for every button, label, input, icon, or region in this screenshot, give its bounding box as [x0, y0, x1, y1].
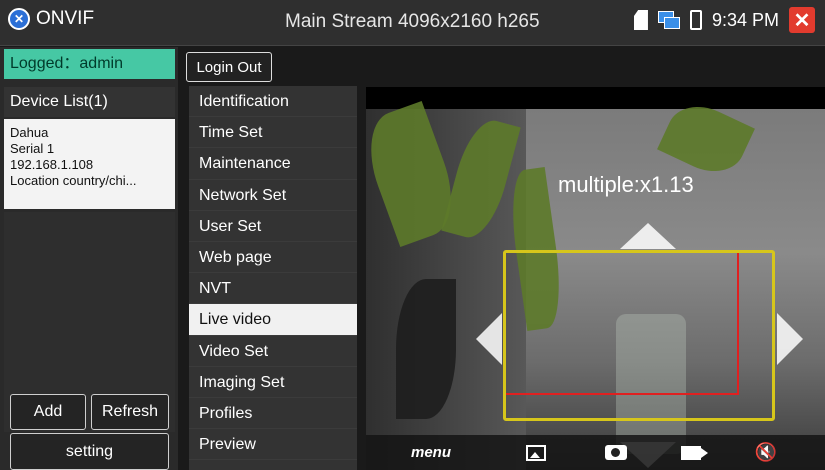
video-toolbar: menu 🔇 — [366, 435, 825, 470]
app-name: ONVIF — [36, 8, 95, 29]
menu-item-time-set[interactable]: Time Set — [189, 117, 357, 149]
onvif-logo-icon: ✕ — [8, 8, 30, 30]
app-title: ✕ ONVIF — [8, 8, 94, 30]
clock: 9:34 PM — [711, 9, 779, 30]
menu-item-profiles[interactable]: Profiles — [189, 398, 357, 430]
device-name: Dahua — [10, 125, 49, 140]
device-serial: Serial 1 — [10, 141, 55, 156]
pan-right-icon[interactable] — [777, 313, 803, 365]
menu-item-imaging-set[interactable]: Imaging Set — [189, 367, 357, 398]
menu-item-network-set[interactable]: Network Set — [189, 180, 357, 211]
menu-button[interactable]: menu — [406, 435, 456, 470]
mute-button[interactable]: 🔇 — [751, 435, 781, 470]
device-ip: 192.168.1.108 — [10, 157, 94, 172]
refresh-button[interactable]: Refresh — [91, 394, 169, 430]
video-letterbox — [366, 87, 825, 109]
device-location: Location country/chi... — [10, 173, 137, 188]
menu-item-user-set[interactable]: User Set — [189, 211, 357, 242]
record-button[interactable] — [676, 435, 708, 470]
record-icon — [681, 445, 708, 460]
sd-card-icon — [633, 10, 648, 30]
live-video-view[interactable]: multiple:x1.13 — [366, 87, 825, 470]
mute-icon: 🔇 — [754, 442, 778, 462]
login-out-button[interactable]: Login Out — [186, 52, 272, 82]
left-sidebar: Logged：admin Device List(1) Dahua Serial… — [0, 47, 178, 470]
snapshot-button[interactable] — [601, 435, 631, 470]
picture-icon — [526, 444, 546, 461]
menu-item-video-set[interactable]: Video Set — [189, 336, 357, 367]
pan-left-icon[interactable] — [476, 313, 502, 365]
menu-item-live-video[interactable]: Live video — [189, 304, 357, 336]
menu-item-nvt[interactable]: NVT — [189, 273, 357, 305]
menu-item-preview[interactable]: Preview — [189, 429, 357, 461]
status-area: 9:34 PM ✕ — [633, 7, 815, 33]
function-menu: Identification Time Set Maintenance Netw… — [189, 86, 357, 470]
menu-item-web-page[interactable]: Web page — [189, 242, 357, 274]
battery-icon — [689, 10, 702, 30]
setting-button[interactable]: setting — [10, 433, 169, 470]
zoom-selection-box[interactable] — [503, 250, 775, 421]
add-button[interactable]: Add — [10, 394, 86, 430]
network-icon — [657, 11, 680, 29]
dark-object — [396, 279, 456, 419]
pan-up-icon[interactable] — [620, 223, 676, 249]
close-icon[interactable]: ✕ — [789, 7, 815, 33]
title-bar: ✕ ONVIF Main Stream 4096x2160 h265 9:34 … — [0, 0, 825, 46]
stream-title: Main Stream 4096x2160 h265 — [285, 11, 540, 32]
device-card[interactable]: Dahua Serial 1 192.168.1.108 Location co… — [4, 119, 175, 209]
zoom-multiple-label: multiple:x1.13 — [558, 172, 694, 197]
menu-item-maintenance[interactable]: Maintenance — [189, 148, 357, 180]
camera-icon — [605, 445, 627, 460]
picture-button[interactable] — [521, 435, 551, 470]
plant-leaf — [657, 94, 755, 184]
logged-in-status: Logged：admin — [4, 49, 175, 79]
menu-item-identification[interactable]: Identification — [189, 86, 357, 118]
device-list-header: Device List(1) — [4, 87, 175, 117]
